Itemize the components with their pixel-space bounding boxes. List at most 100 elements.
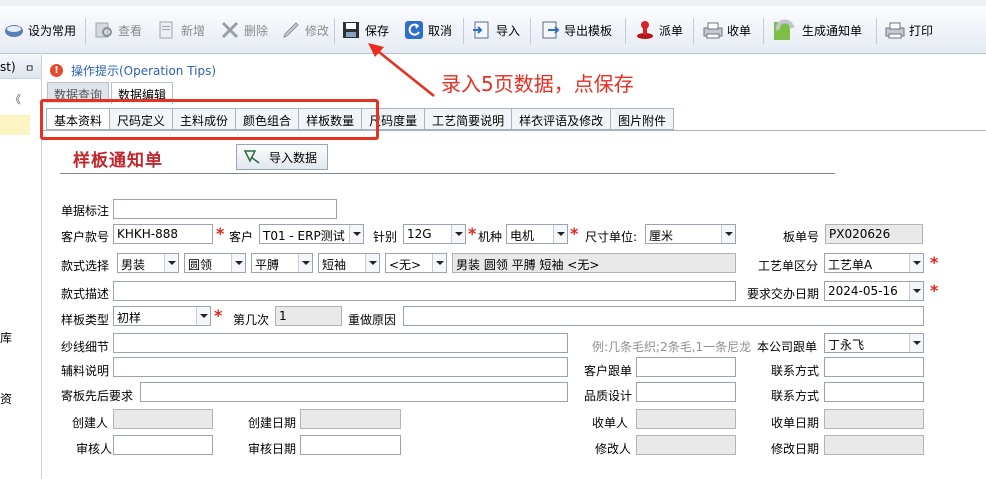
edit-label: 修改 — [305, 23, 330, 38]
machine-select[interactable]: 电机 — [506, 224, 568, 244]
process-type-label: 工艺单区分 — [758, 259, 819, 273]
round-label: 第几次 — [233, 313, 270, 327]
contact-label: 联系方式 — [771, 389, 820, 403]
tab-sample-quantity[interactable]: 样板数量 — [298, 108, 362, 130]
auditor-field[interactable] — [113, 435, 213, 455]
contact-label: 联系方式 — [771, 364, 820, 378]
sample-type-select[interactable]: 初样 — [113, 306, 211, 326]
delete-button[interactable]: 删除 — [220, 16, 268, 44]
operation-tips[interactable]: ! 操作提示(Operation Tips) — [50, 62, 216, 79]
board-no-label: 板单号 — [783, 230, 820, 244]
tab-main-material[interactable]: 主料成份 — [172, 108, 236, 130]
generate-notice-button[interactable]: 生成通知单 — [772, 16, 862, 44]
doc-note-label: 单据标注 — [61, 204, 110, 218]
required-marker: * — [930, 253, 939, 272]
style-sleeve-select[interactable]: 短袖 — [318, 253, 380, 273]
save-icon — [341, 20, 361, 40]
edit-button[interactable]: 修改 — [281, 16, 329, 44]
needle-select[interactable]: 12G — [403, 224, 466, 244]
receive-date-label: 收单日期 — [771, 416, 820, 430]
quality-design-label: 品质设计 — [584, 389, 633, 403]
favorite-button[interactable]: 设为常用 — [4, 16, 76, 44]
left-pane: st) ㅁ 《 库 资 — [0, 55, 42, 479]
process-type-select[interactable]: 工艺单A — [824, 253, 924, 273]
tab-process-brief[interactable]: 工艺简要说明 — [424, 108, 512, 130]
creator-label: 创建人 — [72, 416, 109, 430]
customer-label: 客户 — [229, 230, 254, 244]
style-gender-value: 男装 — [121, 258, 146, 272]
redo-reason-input[interactable] — [403, 306, 924, 326]
chevron-down-icon — [909, 254, 923, 272]
title-divider — [60, 173, 835, 174]
aux-note-input[interactable] — [113, 357, 568, 377]
auditor-label: 审核人 — [76, 442, 113, 456]
size-unit-value: 厘米 — [649, 229, 674, 243]
company-follow-select[interactable]: 丁永飞 — [824, 333, 924, 353]
doc-note-input[interactable] — [113, 199, 337, 219]
contact-input[interactable] — [824, 357, 924, 377]
modify-date-field — [824, 435, 924, 455]
tab-data-edit[interactable]: 数据编辑 — [111, 82, 174, 104]
chevron-down-icon — [365, 254, 379, 272]
view-button[interactable]: 查看 — [94, 16, 142, 44]
export-template-button[interactable]: 导出模板 — [540, 16, 612, 44]
cancel-label: 取消 — [428, 23, 453, 38]
yarn-detail-label: 纱线细节 — [61, 340, 110, 354]
sample-type-label: 样板类型 — [61, 313, 110, 327]
tab-sample-comments[interactable]: 样衣评语及修改 — [511, 108, 611, 130]
style-other-value: <无> — [389, 258, 422, 272]
import-button[interactable]: 导入 — [472, 16, 520, 44]
send-req-label: 寄板先后要求 — [61, 389, 134, 403]
style-summary-field: 男装 圆领 平膊 短袖 <无> — [452, 253, 736, 273]
collapse-icon[interactable]: 《 — [10, 91, 21, 107]
tab-color-combination[interactable]: 颜色组合 — [235, 108, 299, 130]
modifier-field — [636, 435, 736, 455]
style-other-select[interactable]: <无> — [385, 253, 447, 273]
machine-value: 电机 — [510, 229, 535, 243]
style-shoulder-value: 平膊 — [255, 258, 280, 272]
delivery-date-picker[interactable]: 2024-05-16 — [824, 281, 924, 301]
receive-button[interactable]: 收单 — [703, 16, 751, 44]
create-date-label: 创建日期 — [248, 416, 297, 430]
customer-style-no-input[interactable]: KHKH-888 — [113, 224, 213, 244]
detail-tabs: 基本资料 尺码定义 主料成份 颜色组合 样板数量 尺码度量 工艺简要说明 样衣评… — [46, 108, 675, 130]
style-gender-select[interactable]: 男装 — [117, 253, 179, 273]
size-unit-select[interactable]: 厘米 — [645, 224, 736, 244]
export-template-icon — [540, 20, 560, 40]
export-template-label: 导出模板 — [564, 23, 613, 38]
pin-icon[interactable]: ㅁ — [25, 60, 34, 75]
send-req-input[interactable] — [140, 382, 568, 402]
receiver-label: 收单人 — [592, 416, 629, 430]
dispatch-button[interactable]: 派单 — [635, 16, 683, 44]
view-label: 查看 — [118, 23, 143, 38]
tab-data-query[interactable]: 数据查询 — [47, 82, 110, 103]
tab-size-measurement[interactable]: 尺码度量 — [361, 108, 425, 130]
yarn-detail-input[interactable] — [113, 333, 568, 353]
customer-style-no-label: 客户款号 — [61, 230, 110, 244]
toolbar-separator — [530, 18, 531, 44]
contact-input[interactable] — [824, 382, 924, 402]
quality-design-input[interactable] — [636, 382, 736, 402]
selected-row[interactable] — [0, 115, 30, 135]
tab-basic-info[interactable]: 基本资料 — [46, 108, 110, 130]
import-data-button[interactable]: 导入数据 — [236, 144, 328, 170]
style-desc-input[interactable] — [113, 281, 736, 301]
customer-follow-input[interactable] — [636, 357, 736, 377]
dispatch-label: 派单 — [659, 23, 684, 38]
style-shoulder-select[interactable]: 平膊 — [251, 253, 313, 273]
tab-image-attachments[interactable]: 图片附件 — [610, 108, 675, 130]
toolbar-separator — [463, 18, 464, 44]
company-follow-label: 本公司跟单 — [757, 340, 818, 354]
print-button[interactable]: 打印 — [885, 16, 933, 44]
required-marker: * — [216, 224, 225, 243]
new-button[interactable]: 新增 — [157, 16, 205, 44]
tab-size-definition[interactable]: 尺码定义 — [109, 108, 173, 130]
audit-date-label: 审核日期 — [248, 442, 297, 456]
audit-date-field[interactable] — [300, 435, 401, 455]
chevron-down-icon — [909, 334, 923, 352]
new-label: 新增 — [181, 23, 206, 38]
style-collar-select[interactable]: 圆领 — [184, 253, 246, 273]
delete-label: 删除 — [244, 23, 269, 38]
customer-select[interactable]: T01 - ERP测试 — [259, 224, 364, 244]
style-collar-value: 圆领 — [188, 258, 213, 272]
